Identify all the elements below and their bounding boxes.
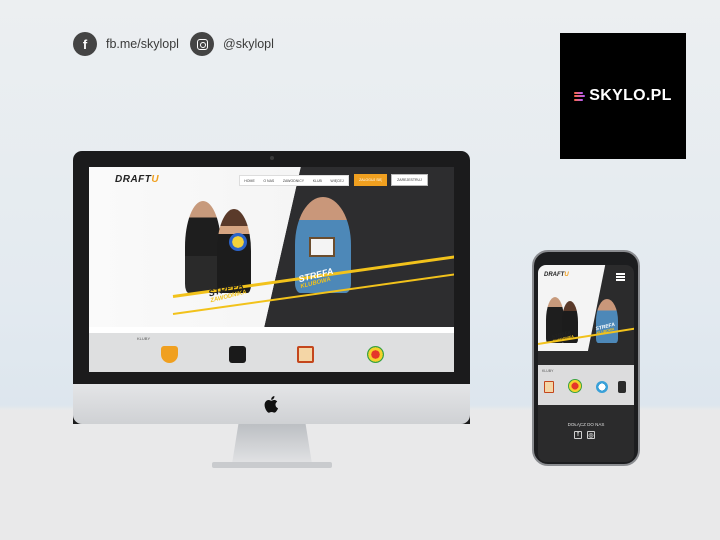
mobile-club-logo-3[interactable] [596,381,608,393]
player-male [185,201,221,293]
camera-dot [270,156,274,160]
imac-stand-base [212,462,332,468]
clubs-title: KLUBY [137,336,151,341]
nav-home[interactable]: HOME [244,179,255,183]
instagram-icon [190,32,214,56]
mobile-clubs-title: KLUBY [542,369,554,373]
hero: STREFA ZAWODNIKA STREFA KLUBOWA DRAFTU H… [89,167,454,327]
site-nav: HOME O NAS ZAWODNICY KLUB WIĘCEJ [239,175,349,186]
login-button[interactable]: ZALOGUJ SIĘ [354,174,387,186]
mobile-facebook-icon[interactable]: f [574,431,582,439]
nav-about[interactable]: O NAS [263,179,274,183]
apple-icon [264,396,278,413]
skylo-logo-text: SKYLO.PL [589,87,672,104]
site-logo[interactable]: DRAFTU [115,174,159,185]
nav-players[interactable]: ZAWODNICY [283,179,304,183]
mobile-social-icons: f ◎ [574,431,595,439]
volleyball-icon [229,233,247,251]
nav-club[interactable]: KLUB [313,179,322,183]
instagram-link[interactable]: @skylopl [190,32,274,56]
player-female [217,209,251,293]
nav-more[interactable]: WIĘCEJ [330,179,343,183]
imac-stand [232,424,312,464]
mobile-join-label: DOŁĄCZ DO NAS [567,422,605,427]
club-logo-2[interactable] [229,346,246,363]
mobile-club-logo-1[interactable] [544,381,554,393]
clipboard-icon [309,237,335,257]
club-logo-1[interactable] [161,346,178,363]
facebook-link[interactable]: f fb.me/skylopl [73,32,179,56]
clubs-section: KLUBY [89,333,454,372]
mobile-coach [596,299,618,343]
facebook-handle: fb.me/skylopl [106,37,179,51]
register-button[interactable]: ZAREJESTRUJ [391,174,428,186]
mobile-website: DRAFTU STREFA ZAWODNIKA STREFA KLUBOWA KLU… [538,265,634,462]
imac-chin [73,384,470,424]
mobile-clubs-section: KLUBY [538,365,634,405]
club-logo-3[interactable] [297,346,314,363]
menu-icon[interactable] [616,273,625,281]
mobile-instagram-icon[interactable]: ◎ [587,431,595,439]
skylo-logo: SKYLO.PL [560,33,686,159]
club-logo-4[interactable] [367,346,384,363]
mobile-club-logo-4[interactable] [618,381,626,393]
skylo-mark-icon [574,91,586,101]
desktop-website: STREFA ZAWODNIKA STREFA KLUBOWA DRAFTU H… [89,167,454,372]
mobile-site-logo[interactable]: DRAFTU [544,272,569,278]
facebook-icon: f [73,32,97,56]
instagram-handle: @skylopl [223,37,274,51]
mobile-club-logo-2[interactable] [568,379,582,393]
